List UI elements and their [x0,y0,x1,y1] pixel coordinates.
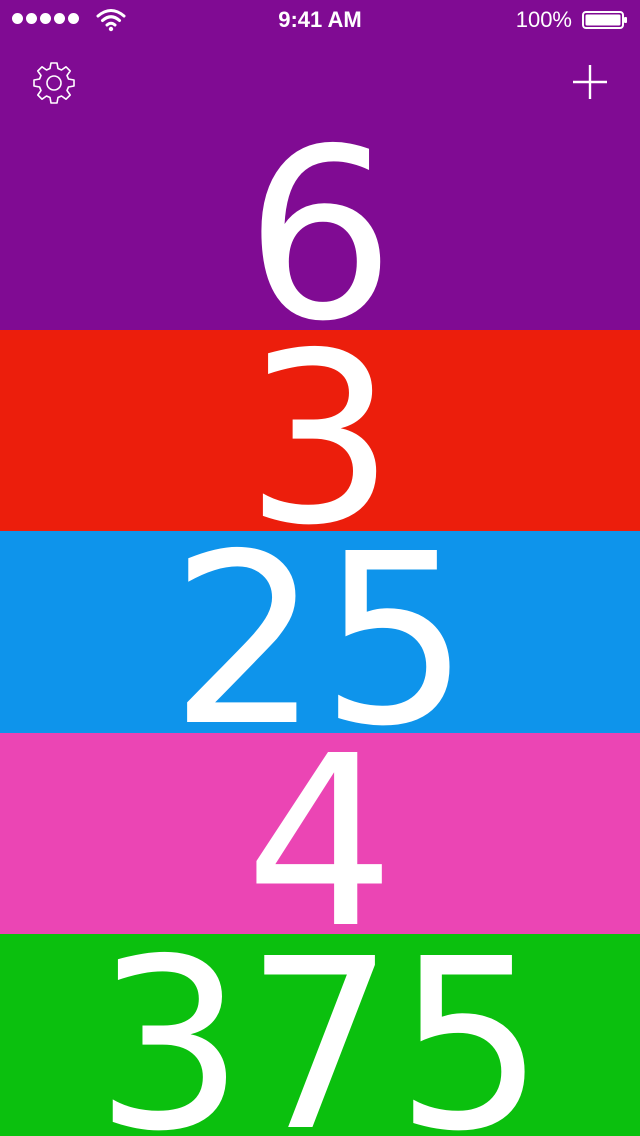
battery-icon [582,11,627,29]
counter-value: 4 [244,733,396,934]
counter-row-3[interactable]: 25 [0,531,640,733]
counter-row-1[interactable]: 6 [0,0,640,330]
add-button[interactable] [565,58,615,108]
settings-button[interactable] [29,58,79,108]
counter-value: 25 [169,531,471,733]
plus-icon [573,65,607,99]
status-bar: 9:41 AM 100% [0,0,640,40]
counter-value: 6 [244,98,396,331]
counter-row-5[interactable]: 375 [0,934,640,1136]
counter-row-2[interactable]: 3 [0,330,640,531]
counter-value: 3 [244,330,396,531]
counter-value: 375 [94,934,546,1136]
counter-list: 6 3 25 4 375 [0,0,640,1136]
counter-row-4[interactable]: 4 [0,733,640,934]
gear-icon [33,62,75,104]
battery-percent: 100% [515,7,572,32]
